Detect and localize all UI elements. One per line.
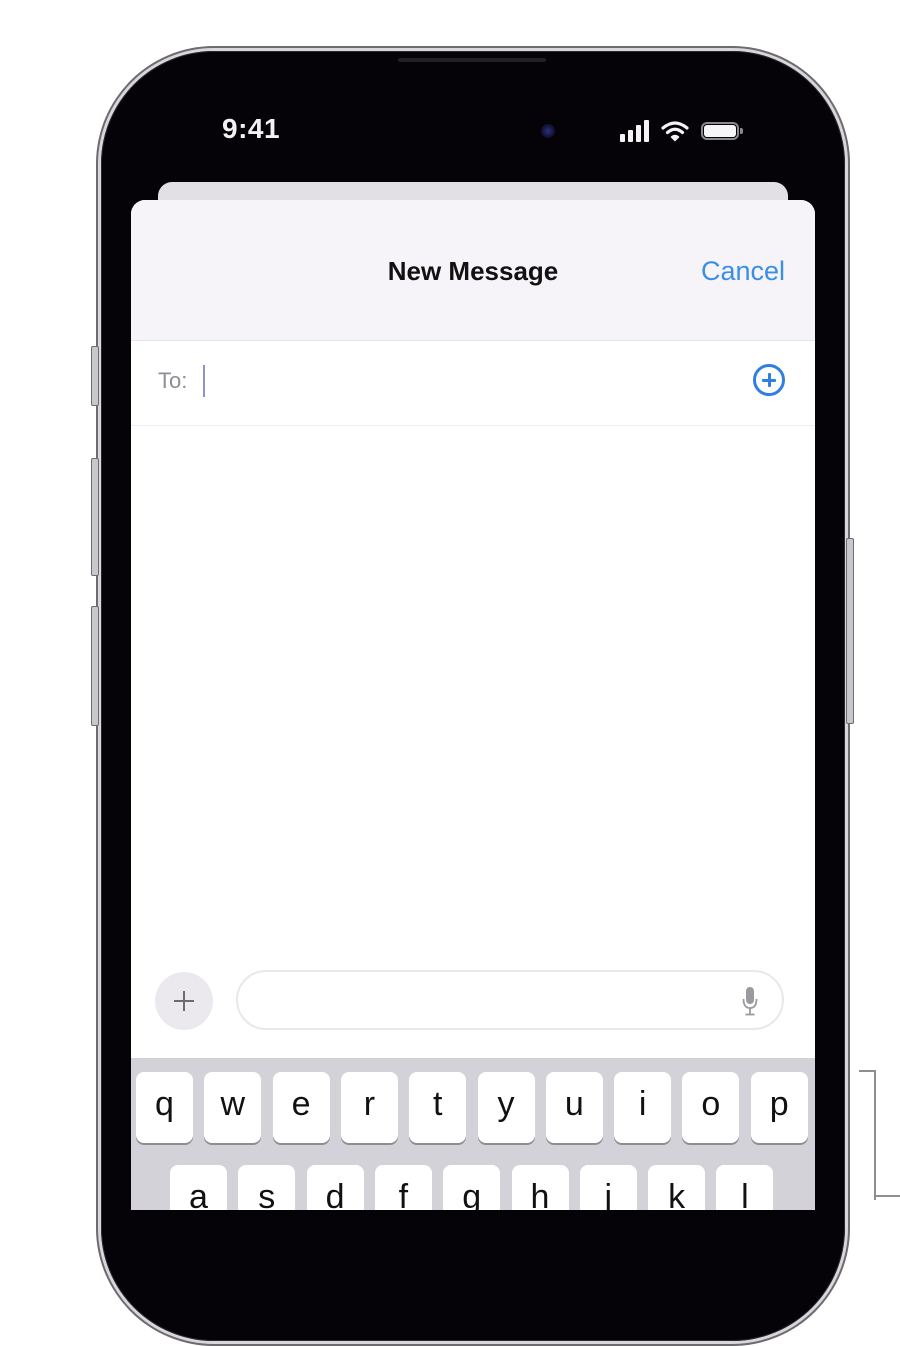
to-label: To: [158,368,188,393]
volume-up-button [91,458,99,576]
key-h[interactable]: h [511,1165,569,1210]
key-k[interactable]: k [648,1165,706,1210]
add-contact-button[interactable] [753,364,785,396]
key-l[interactable]: l [716,1165,774,1210]
message-input[interactable] [258,984,722,1018]
attach-button[interactable] [155,972,213,1030]
key-d[interactable]: d [306,1165,364,1210]
key-r[interactable]: r [340,1072,398,1143]
key-g[interactable]: g [443,1165,501,1210]
key-j[interactable]: j [579,1165,637,1210]
wifi-icon [661,121,689,142]
status-icons [620,118,743,144]
key-t[interactable]: t [409,1072,467,1143]
cancel-button[interactable]: Cancel [701,256,785,287]
power-button [846,538,854,724]
key-a[interactable]: a [170,1165,227,1210]
volume-down-button [91,606,99,726]
battery-icon [701,122,743,140]
cellular-signal-icon [620,120,649,142]
key-i[interactable]: i [614,1072,672,1143]
text-cursor [203,365,205,397]
message-field[interactable] [236,970,784,1030]
keyboard: qwertyuiop asdfghjkl [131,1058,815,1210]
recipient-row: To: [131,341,815,426]
front-camera-icon [541,124,555,138]
callout-bracket-bottom [874,1195,900,1197]
navigation-bar: New Message Cancel [131,200,815,341]
speaker-slit [398,58,546,62]
key-e[interactable]: e [272,1072,330,1143]
key-y[interactable]: y [477,1072,535,1143]
callout-bracket [874,1070,876,1200]
microphone-icon[interactable] [742,986,758,1016]
key-q[interactable]: q [136,1072,193,1143]
key-u[interactable]: u [545,1072,603,1143]
status-time: 9:41 [222,113,281,144]
key-s[interactable]: s [238,1165,296,1210]
key-w[interactable]: w [204,1072,262,1143]
key-o[interactable]: o [682,1072,740,1143]
key-p[interactable]: p [750,1072,808,1143]
recipient-input[interactable] [201,363,721,399]
silent-switch [91,346,99,406]
new-message-sheet: New Message Cancel To: qwertyuiop asdfgh… [131,200,815,1210]
key-f[interactable]: f [374,1165,432,1210]
